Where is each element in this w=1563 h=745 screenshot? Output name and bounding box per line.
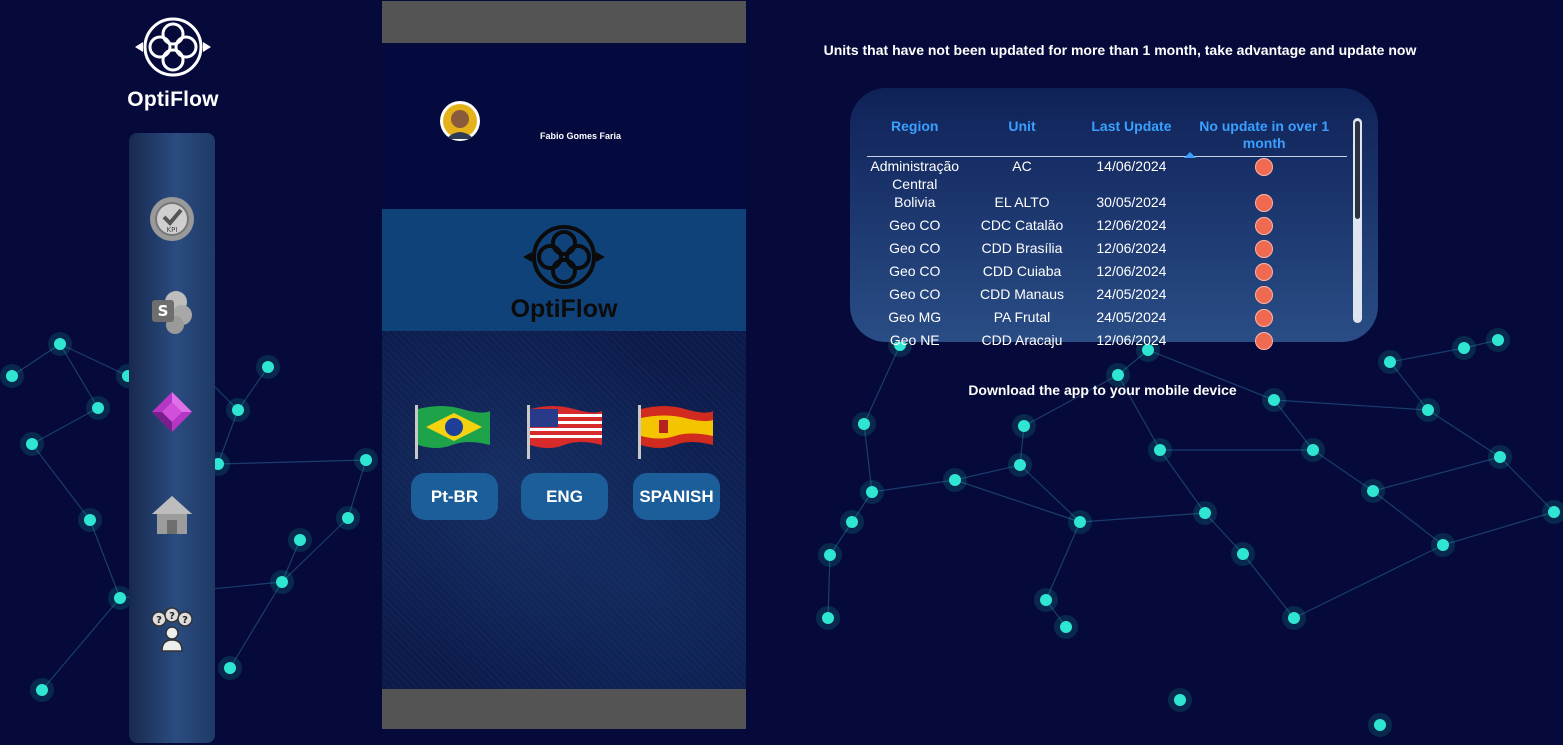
sidebar-item-power-apps[interactable] (143, 383, 201, 441)
table-cell-status (1181, 239, 1347, 262)
table-cell-region: Geo CO (889, 217, 941, 233)
table-cell-unit: CDD Brasília (981, 240, 1063, 256)
table-cell-status (1181, 331, 1347, 354)
banner-brand-name: OptiFlow (510, 295, 618, 323)
table-cell-unit: PA Frutal (993, 309, 1051, 325)
sharepoint-icon: S (152, 291, 192, 334)
table-cell-region: Administração Central (870, 158, 960, 192)
column-header-region[interactable]: Region (867, 118, 963, 157)
table-row[interactable]: Geo NE CDD Aracaju 12/06/2024 (867, 331, 1347, 354)
outdated-units-table: Region Unit Last Update No update in ove… (867, 118, 1347, 354)
spain-flag-icon (638, 405, 713, 459)
table-cell-last-update: 30/05/2024 (1096, 194, 1167, 210)
table-cell-region: Geo CO (889, 286, 941, 302)
outdated-units-table-card: Region Unit Last Update No update in ove… (850, 88, 1378, 350)
svg-text:?: ? (156, 615, 162, 626)
sidebar: KPI S ? ? ? (129, 133, 215, 743)
column-header-unit[interactable]: Unit (962, 118, 1082, 157)
power-apps-icon (152, 392, 192, 432)
column-header-last-update[interactable]: Last Update (1081, 118, 1182, 157)
table-cell-status (1181, 308, 1347, 331)
status-red-indicator-icon (1255, 217, 1274, 235)
sort-ascending-icon (1184, 152, 1196, 158)
table-cell-region: Geo CO (889, 240, 941, 256)
table-cell-unit: CDC Catalão (980, 217, 1064, 233)
kpi-icon: KPI (150, 197, 194, 241)
table-cell-unit: CDD Cuiaba (982, 263, 1062, 279)
usa-flag-icon (527, 405, 602, 459)
sidebar-item-kpi[interactable]: KPI (143, 190, 201, 248)
table-cell-status (1181, 193, 1347, 216)
help-people-icon: ? ? ? (151, 607, 193, 652)
status-red-indicator-icon (1255, 240, 1274, 258)
outdated-units-notice: Units that have not been updated for mor… (823, 42, 1417, 58)
app-banner: OptiFlow (382, 209, 746, 331)
table-cell-last-update: 12/06/2024 (1096, 332, 1167, 348)
status-red-indicator-icon (1255, 158, 1274, 176)
svg-text:?: ? (182, 615, 188, 626)
status-red-indicator-icon (1255, 309, 1274, 327)
table-cell-last-update: 14/06/2024 (1096, 158, 1167, 174)
user-photo-icon (443, 104, 477, 139)
status-red-indicator-icon (1255, 194, 1274, 212)
table-cell-last-update: 24/05/2024 (1096, 286, 1167, 302)
brazil-flag-icon (415, 405, 490, 459)
table-cell-status (1181, 216, 1347, 239)
table-cell-region: Bolivia (894, 194, 936, 210)
table-row[interactable]: Administração Central AC 14/06/2024 (867, 157, 1347, 194)
optiflow-logo-icon (135, 17, 211, 77)
table-cell-last-update: 12/06/2024 (1096, 240, 1167, 256)
table-cell-region: Geo MG (888, 309, 942, 325)
optiflow-banner-logo-icon (523, 225, 605, 289)
table-cell-region: Geo CO (889, 263, 941, 279)
sidebar-item-home[interactable] (143, 486, 201, 544)
phone-top-bar (382, 1, 746, 43)
table-row[interactable]: Geo CO CDD Cuiaba 12/06/2024 (867, 262, 1347, 285)
table-cell-status (1181, 157, 1347, 194)
svg-text:S: S (158, 302, 169, 320)
download-app-text: Download the app to your mobile device (968, 382, 1237, 398)
table-cell-status (1181, 285, 1347, 308)
mobile-preview-panel: Fabio Gomes Faria OptiFlow Pt-BR ENG SPA… (382, 1, 746, 729)
table-row[interactable]: Bolivia EL ALTO 30/05/2024 (867, 193, 1347, 216)
table-row[interactable]: Geo MG PA Frutal 24/05/2024 (867, 308, 1347, 331)
status-red-indicator-icon (1255, 263, 1274, 281)
language-button-spanish[interactable]: SPANISH (633, 473, 720, 520)
table-row[interactable]: Geo CO CDD Brasília 12/06/2024 (867, 239, 1347, 262)
sidebar-item-help[interactable]: ? ? ? (143, 601, 201, 659)
status-red-indicator-icon (1255, 332, 1274, 350)
table-cell-last-update: 12/06/2024 (1096, 263, 1167, 279)
table-cell-region: Geo NE (889, 332, 940, 348)
svg-text:?: ? (169, 611, 175, 622)
table-cell-unit: CDD Aracaju (981, 332, 1063, 348)
table-cell-unit: EL ALTO (994, 194, 1050, 210)
home-icon (152, 496, 192, 534)
svg-text:KPI: KPI (167, 226, 178, 234)
phone-bottom-bar (382, 689, 746, 729)
sidebar-item-sharepoint[interactable]: S (143, 283, 201, 341)
language-button-ptbr[interactable]: Pt-BR (411, 473, 498, 520)
table-cell-unit: AC (1012, 158, 1032, 174)
user-name: Fabio Gomes Faria (540, 131, 622, 141)
avatar (440, 101, 480, 141)
brand-logo: OptiFlow (118, 12, 228, 112)
language-button-eng[interactable]: ENG (521, 473, 608, 520)
brand-name: OptiFlow (127, 88, 219, 111)
column-header-no-update[interactable]: No update in over 1 month (1181, 118, 1347, 157)
table-cell-status (1181, 262, 1347, 285)
table-cell-last-update: 24/05/2024 (1096, 309, 1167, 325)
table-row[interactable]: Geo CO CDD Manaus 24/05/2024 (867, 285, 1347, 308)
table-row[interactable]: Geo CO CDC Catalão 12/06/2024 (867, 216, 1347, 239)
table-cell-last-update: 12/06/2024 (1096, 217, 1167, 233)
status-red-indicator-icon (1255, 286, 1274, 304)
table-scrollbar-thumb[interactable] (1355, 121, 1360, 219)
table-cell-unit: CDD Manaus (979, 286, 1065, 302)
